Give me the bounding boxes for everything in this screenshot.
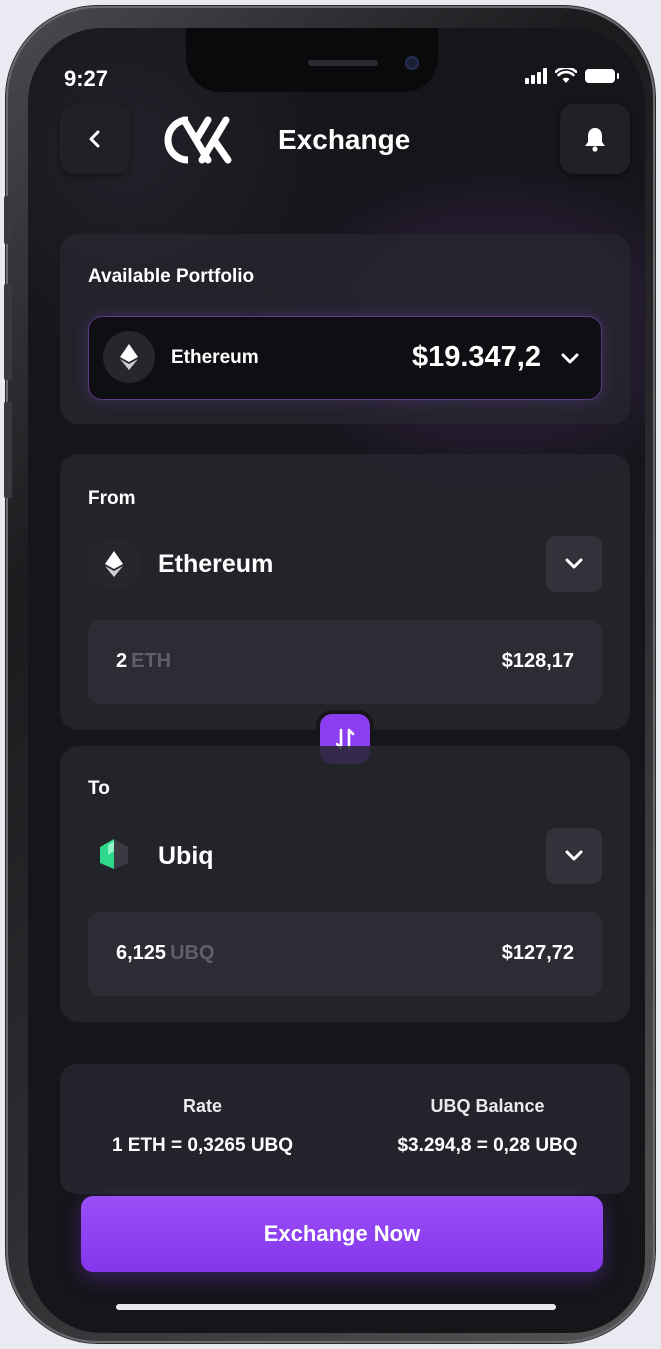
rate-column: Rate 1 ETH = 0,3265 UBQ bbox=[60, 1096, 345, 1157]
status-icons bbox=[525, 68, 619, 84]
status-time: 9:27 bbox=[64, 66, 109, 91]
phone-frame: 9:27 Exchange Available Portfolio Ethere… bbox=[4, 6, 655, 1343]
speaker bbox=[308, 60, 378, 66]
battery-icon bbox=[585, 69, 619, 83]
to-amount-field[interactable]: 6,125 UBQ $127,72 bbox=[88, 912, 602, 996]
from-coin-badge bbox=[88, 538, 140, 590]
home-indicator[interactable] bbox=[116, 1304, 556, 1310]
page-title: Exchange bbox=[278, 124, 411, 155]
chevron-down-icon bbox=[561, 353, 579, 364]
chevron-down-icon bbox=[565, 850, 583, 861]
to-amount-usd: $127,72 bbox=[501, 942, 574, 964]
back-button[interactable] bbox=[60, 104, 130, 174]
to-amount-number: 6,125 bbox=[116, 942, 167, 964]
portfolio-card: Available Portfolio Ethereum $19.347,2 bbox=[60, 234, 630, 424]
bell-icon bbox=[585, 128, 605, 152]
to-amount: 6,125 UBQ bbox=[116, 942, 215, 965]
ethereum-icon bbox=[120, 344, 138, 370]
to-coin-badge bbox=[88, 828, 140, 880]
from-card: From Ethereum 2 ETH $128,17 bbox=[60, 454, 630, 730]
from-coin-name: Ethereum bbox=[158, 550, 274, 578]
from-coin-dropdown[interactable] bbox=[546, 536, 602, 592]
ethereum-icon bbox=[105, 551, 123, 577]
balance-label: UBQ Balance bbox=[430, 1096, 545, 1116]
volume-up-button bbox=[4, 284, 12, 380]
from-amount: 2 ETH bbox=[116, 650, 171, 673]
chevron-down-icon bbox=[565, 558, 583, 569]
volume-down-button bbox=[4, 402, 12, 498]
app-screen: 9:27 Exchange Available Portfolio Ethere… bbox=[28, 28, 645, 1333]
portfolio-coin-badge bbox=[103, 331, 155, 383]
brand-logo bbox=[164, 116, 232, 164]
rate-card: Rate 1 ETH = 0,3265 UBQ UBQ Balance $3.2… bbox=[60, 1064, 630, 1194]
balance-column: UBQ Balance $3.294,8 = 0,28 UBQ bbox=[345, 1096, 630, 1157]
to-card: To Ubiq 6,125 UBQ $127,72 bbox=[60, 746, 630, 1022]
wifi-icon bbox=[555, 68, 577, 83]
portfolio-coin-name: Ethereum bbox=[171, 347, 259, 368]
notifications-button[interactable] bbox=[560, 104, 630, 174]
from-label: From bbox=[88, 488, 136, 509]
from-amount-field[interactable]: 2 ETH $128,17 bbox=[88, 620, 602, 704]
from-amount-unit: ETH bbox=[131, 650, 172, 672]
to-coin-name: Ubiq bbox=[158, 842, 214, 870]
to-label: To bbox=[88, 778, 110, 799]
portfolio-selector[interactable]: Ethereum $19.347,2 bbox=[88, 316, 602, 400]
front-camera bbox=[405, 56, 419, 70]
rate-label: Rate bbox=[182, 1096, 222, 1116]
back-arrow-icon bbox=[89, 130, 100, 148]
from-amount-usd: $128,17 bbox=[501, 650, 574, 672]
ubiq-icon bbox=[100, 839, 128, 869]
portfolio-value: $19.347,2 bbox=[411, 341, 541, 373]
to-coin-dropdown[interactable] bbox=[546, 828, 602, 884]
balance-value: $3.294,8 = 0,28 UBQ bbox=[397, 1135, 578, 1156]
exchange-now-button[interactable]: Exchange Now bbox=[81, 1196, 603, 1272]
rate-value: 1 ETH = 0,3265 UBQ bbox=[111, 1135, 294, 1156]
mute-switch bbox=[4, 196, 12, 244]
portfolio-label: Available Portfolio bbox=[88, 266, 255, 287]
to-amount-unit: UBQ bbox=[170, 942, 215, 964]
from-amount-number: 2 bbox=[116, 650, 128, 672]
signal-icon bbox=[525, 68, 547, 84]
